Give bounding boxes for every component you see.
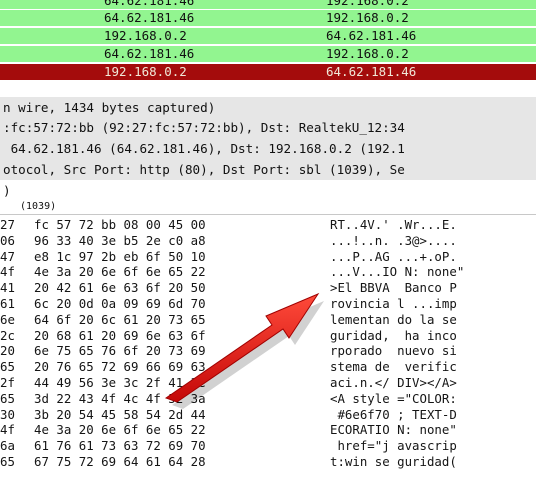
ascii-text: href="j avascrip — [330, 438, 457, 454]
destination-address: 192.168.0.2 — [326, 0, 409, 8]
ascii-text: guridad, ha inco — [330, 327, 457, 343]
hex-offset: 30 — [0, 406, 15, 422]
ascii-text: ECORATIO N: none" — [330, 422, 457, 438]
source-address: 192.168.0.2 — [104, 64, 187, 79]
hex-row[interactable]: 2c 20 68 61 20 69 6e 63 6f guridad, ha inc… — [0, 328, 536, 345]
packet-row[interactable]: 192.168.0.2 64.62.181.46 — [0, 28, 536, 44]
hex-offset: 47 — [0, 248, 15, 264]
hex-bytes: 20 76 65 72 69 66 69 63 — [34, 359, 206, 375]
hex-offset: 65 — [0, 359, 15, 375]
hex-row[interactable]: 4f 4e 3a 20 6e 6f 6e 65 22 ECORATIO N: non… — [0, 422, 536, 439]
hex-offset: 4f — [0, 264, 15, 280]
packet-row-selected[interactable]: 192.168.0.2 64.62.181.46 — [0, 64, 536, 80]
hex-bytes: 64 6f 20 6c 61 20 73 65 — [34, 311, 206, 327]
destination-address: 64.62.181.46 — [326, 28, 417, 43]
hex-offset: 61 — [0, 296, 15, 311]
packet-bytes-pane: 27 fc 57 72 bb 08 00 45 00 RT..4V.' .Wr...… — [0, 214, 536, 479]
detail-row[interactable]: ) — [0, 180, 536, 202]
packet-row[interactable]: 64.62.181.46 192.168.0.2 — [0, 46, 536, 62]
hex-offset: 2f — [0, 375, 15, 390]
detail-row[interactable]: 64.62.181.46 (64.62.181.46), Dst: 192.16… — [0, 138, 536, 160]
ascii-text: ...V...IO N: none" — [330, 264, 465, 280]
ascii-text: ...!..n. .3@>.... — [330, 232, 457, 248]
hex-row[interactable]: 6a 61 76 61 73 63 72 69 70 href="j avascr… — [0, 438, 536, 455]
packet-details-pane: n wire, 1434 bytes captured):fc:57:72:bb… — [0, 97, 536, 214]
hex-bytes: fc 57 72 bb 08 00 45 00 — [34, 217, 206, 232]
hex-bytes: 67 75 72 69 64 61 64 28 — [34, 454, 206, 469]
detail-row[interactable]: (1039) — [0, 200, 536, 214]
hex-offset: 6a — [0, 438, 15, 454]
hex-bytes: 6e 75 65 76 6f 20 73 69 — [34, 343, 206, 359]
hex-bytes: 20 68 61 20 69 6e 63 6f — [34, 327, 206, 343]
packet-list: 64.62.181.46 192.168.0.2 64.62.181.46 192.1… — [0, 0, 536, 88]
hex-row[interactable]: 06 96 33 40 3e b5 2e c0 a8 ...!..n. .3@>..… — [0, 233, 536, 250]
destination-address: 192.168.0.2 — [326, 10, 409, 25]
hex-row[interactable]: 30 3b 20 54 45 58 54 2d 44 #6e6f70 ; TEXT… — [0, 407, 536, 424]
hex-row[interactable]: 65 20 76 65 72 69 66 69 63 stema de verifi… — [0, 359, 536, 376]
hex-bytes: 3d 22 43 4f 4c 4f 52 3a — [34, 390, 206, 406]
hex-row[interactable]: 61 6c 20 0d 0a 09 69 6d 70 rovincia l ...i… — [0, 296, 536, 313]
hex-row[interactable]: 41 20 42 61 6e 63 6f 20 50 >El BBVA Banco … — [0, 280, 536, 297]
ascii-text: t:win se guridad( — [330, 454, 457, 469]
hex-row[interactable]: 20 6e 75 65 76 6f 20 73 69 rporado nuevo s… — [0, 343, 536, 360]
hex-bytes: 6c 20 0d 0a 09 69 6d 70 — [34, 296, 206, 311]
hex-offset: 6e — [0, 311, 15, 327]
hex-row[interactable]: 4f 4e 3a 20 6e 6f 6e 65 22 ...V...IO N: no… — [0, 264, 536, 281]
hex-row[interactable]: 65 3d 22 43 4f 4c 4f 52 3a <A style ="COLO… — [0, 391, 536, 408]
ascii-text: stema de verific — [330, 359, 457, 375]
hex-bytes: 61 76 61 73 63 72 69 70 — [34, 438, 206, 454]
hex-row[interactable]: 27 fc 57 72 bb 08 00 45 00 RT..4V.' .Wr...… — [0, 217, 536, 234]
ascii-text: ...P..AG ...+.oP. — [330, 248, 457, 264]
hex-offset: 20 — [0, 343, 15, 359]
ascii-text: rovincia l ...imp — [330, 296, 457, 311]
detail-row[interactable]: :fc:57:72:bb (92:27:fc:57:72:bb), Dst: R… — [0, 117, 536, 139]
hex-offset: 06 — [0, 232, 15, 248]
hex-bytes: 4e 3a 20 6e 6f 6e 65 22 — [34, 422, 206, 438]
detail-row[interactable]: n wire, 1434 bytes captured) — [0, 97, 536, 119]
detail-row[interactable]: otocol, Src Port: http (80), Dst Port: s… — [0, 159, 536, 181]
hex-bytes: 4e 3a 20 6e 6f 6e 65 22 — [34, 264, 206, 280]
ascii-text: #6e6f70 ; TEXT-D — [330, 406, 457, 422]
hex-row[interactable]: 47 e8 1c 97 2b eb 6f 50 10 ...P..AG ...+.o… — [0, 249, 536, 266]
hex-bytes: 96 33 40 3e b5 2e c0 a8 — [34, 232, 206, 248]
source-address: 192.168.0.2 — [104, 28, 187, 43]
packet-row[interactable]: 64.62.181.46 192.168.0.2 — [0, 10, 536, 26]
source-address: 64.62.181.46 — [104, 46, 195, 61]
hex-bytes: 44 49 56 3e 3c 2f 41 3e — [34, 375, 206, 390]
hex-offset: 65 — [0, 454, 15, 469]
ascii-text: lementan do la se — [330, 311, 457, 327]
hex-bytes: 20 42 61 6e 63 6f 20 50 — [34, 280, 206, 296]
hex-offset: 27 — [0, 217, 15, 232]
hex-row[interactable]: 2f 44 49 56 3e 3c 2f 41 3e aci.n.</ DIV></… — [0, 375, 536, 392]
hex-bytes: 3b 20 54 45 58 54 2d 44 — [34, 406, 206, 422]
hex-offset: 2c — [0, 327, 15, 343]
hex-row[interactable]: 6e 64 6f 20 6c 61 20 73 65 lementan do la … — [0, 312, 536, 329]
source-address: 64.62.181.46 — [104, 10, 195, 25]
hex-bytes: e8 1c 97 2b eb 6f 50 10 — [34, 248, 206, 264]
packet-row[interactable]: 64.62.181.46 192.168.0.2 — [0, 0, 536, 9]
source-address: 64.62.181.46 — [104, 0, 195, 8]
destination-address: 192.168.0.2 — [326, 46, 409, 61]
ascii-text: >El BBVA Banco P — [330, 280, 457, 296]
ascii-text: <A style ="COLOR: — [330, 390, 457, 406]
ascii-text: RT..4V.' .Wr...E. — [330, 217, 457, 232]
destination-address: 64.62.181.46 — [326, 64, 417, 79]
ascii-text: rporado nuevo si — [330, 343, 457, 359]
hex-offset: 4f — [0, 422, 15, 438]
ascii-text: aci.n.</ DIV></A> — [330, 375, 457, 390]
hex-offset: 65 — [0, 390, 15, 406]
hex-row[interactable]: 65 67 75 72 69 64 61 64 28 t:win se gurida… — [0, 454, 536, 471]
hex-offset: 41 — [0, 280, 15, 296]
pane-separator[interactable] — [0, 88, 536, 97]
